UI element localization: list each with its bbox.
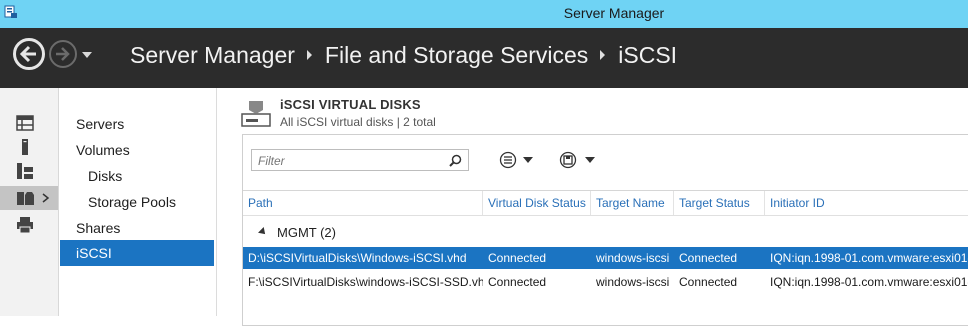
group-header-mgmt[interactable]: MGMT (2) [243,223,968,245]
cell-disk-status: Connected [488,275,547,289]
role-icon-bar [0,88,59,316]
breadcrumb-separator-icon [600,49,606,60]
nav-iscsi[interactable]: iSCSI [60,240,214,266]
section-subtitle: All iSCSI virtual disks | 2 total [280,115,436,129]
breadcrumb-server-manager[interactable]: Server Manager [130,42,295,68]
title-bar: Server Manager [0,0,968,28]
search-icon[interactable] [449,154,462,167]
col-virtual-disk-status[interactable]: Virtual Disk Status [483,191,591,215]
all-servers-icon[interactable] [16,162,34,180]
filter-box[interactable] [251,149,469,171]
col-target-name[interactable]: Target Name [591,191,674,215]
arrow-left-icon [19,45,36,63]
cell-target-name: windows-iscsi [596,275,670,289]
header-bar: Server Manager File and Storage Services i… [0,28,968,88]
file-storage-services-item[interactable] [0,186,58,210]
group-by-options-button[interactable] [499,151,539,169]
local-server-icon[interactable] [16,138,34,156]
col-path[interactable]: Path [243,191,483,215]
filter-input[interactable] [256,153,440,169]
arrow-right-icon [56,47,70,61]
cell-target-status: Connected [679,275,738,289]
file-storage-icon [17,192,34,205]
chevron-down-icon [585,157,595,163]
nav-disks[interactable]: Disks [88,168,122,184]
expand-arrow-icon [42,193,50,203]
cell-path: F:\iSCSIVirtualDisks\windows-iSCSI-SSD.v… [248,275,483,289]
table-row[interactable]: D:\iSCSIVirtualDisks\Windows-iSCSI.vhd C… [243,247,968,269]
section-title: iSCSI VIRTUAL DISKS [280,97,421,112]
chevron-down-icon [523,157,533,163]
nav-shares[interactable]: Shares [76,220,120,236]
breadcrumb-iscsi[interactable]: iSCSI [618,42,677,68]
print-services-icon[interactable] [16,216,34,234]
nav-servers[interactable]: Servers [76,116,124,132]
cell-target-status: Connected [679,251,738,265]
forward-button[interactable] [49,40,77,68]
table-row[interactable]: F:\iSCSIVirtualDisks\windows-iSCSI-SSD.v… [243,271,968,293]
nav-volumes[interactable]: Volumes [76,142,130,158]
col-initiator-id[interactable]: Initiator ID [765,191,968,215]
breadcrumb: Server Manager File and Storage Services i… [130,42,677,69]
virtual-disks-panel: Path Virtual Disk Status Target Name Tar… [242,134,968,326]
cell-path: D:\iSCSIVirtualDisks\Windows-iSCSI.vhd [248,251,467,265]
window-title: Server Manager [563,5,665,21]
history-dropdown-icon[interactable] [82,52,92,58]
breadcrumb-file-storage[interactable]: File and Storage Services [325,42,588,68]
col-target-status[interactable]: Target Status [674,191,765,215]
virtual-disks-section-icon [241,101,271,127]
cell-initiator-id: IQN:iqn.1998-01.com.vmware:esxi01- [770,275,968,289]
collapse-group-icon[interactable] [258,227,268,237]
breadcrumb-separator-icon [306,49,312,60]
nav-storage-pools[interactable]: Storage Pools [88,194,176,210]
save-query-button[interactable] [559,151,599,169]
dashboard-icon[interactable] [16,114,34,132]
save-icon [559,151,577,169]
cell-target-name: windows-iscsi [596,251,670,265]
group-label: MGMT (2) [277,225,336,240]
cell-initiator-id: IQN:iqn.1998-01.com.vmware:esxi01- [770,251,968,265]
cell-disk-status: Connected [488,251,547,265]
table-header: Path Virtual Disk Status Target Name Tar… [243,190,968,216]
list-options-icon [499,151,517,169]
main-content: iSCSI VIRTUAL DISKS All iSCSI virtual di… [218,88,968,326]
file-storage-nav: Servers Volumes Disks Storage Pools Shar… [59,88,217,316]
back-button[interactable] [13,38,45,70]
